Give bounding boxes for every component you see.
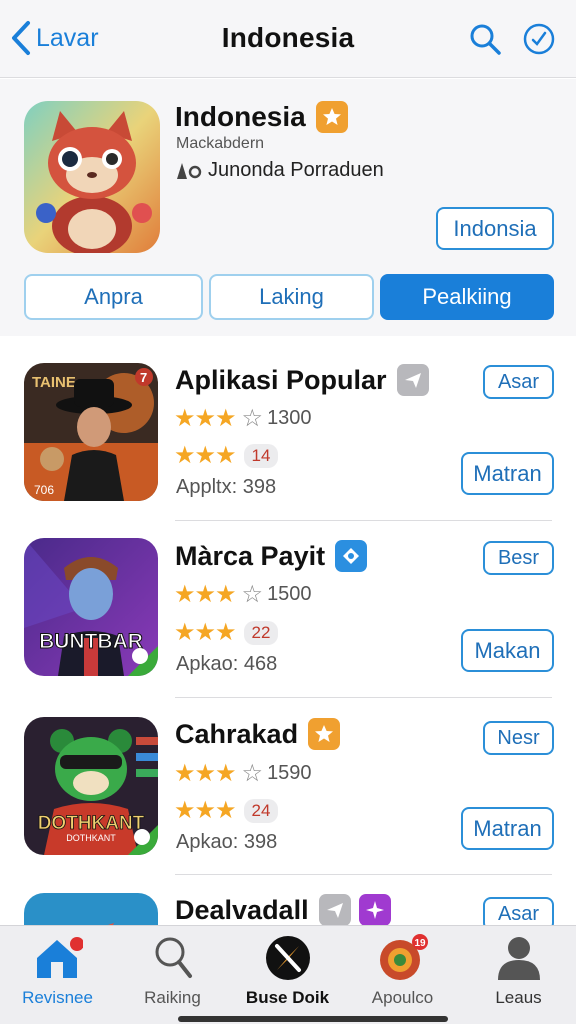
- featured-app-developer: Junonda Porraduen: [176, 159, 384, 182]
- get-button[interactable]: Nesr: [483, 721, 554, 755]
- icon-label: TAINE: [32, 374, 76, 391]
- rating-stars-icon: ★★★: [174, 442, 237, 469]
- app-icon[interactable]: [24, 893, 158, 926]
- tab-label: Raiking: [144, 988, 201, 1007]
- app-name: Aplikasi Popular: [175, 364, 429, 396]
- rating-count: 1500: [267, 583, 312, 605]
- list-item[interactable]: TAINE 7 706 Aplikasi Popular ★★★ ☆ 1300 …: [0, 336, 576, 522]
- open-button[interactable]: Matran: [461, 452, 554, 495]
- compass-icon: [265, 936, 310, 980]
- app-name-text: Màrca Payit: [175, 540, 326, 571]
- app-icon[interactable]: DOTHKANT DOTHKANT: [24, 717, 158, 855]
- empty-star-icon: ☆: [241, 581, 264, 608]
- featured-app-icon[interactable]: [24, 101, 160, 253]
- rating-stars-icon: ★★★: [174, 405, 237, 432]
- tab-profile[interactable]: Leaus: [461, 934, 576, 1008]
- tab-home[interactable]: Revisnee: [0, 934, 115, 1008]
- segment-pealkiing[interactable]: Pealkiing: [380, 274, 554, 320]
- icon-bottom-number: 706: [34, 483, 54, 497]
- featured-title-text: Indonesia: [175, 101, 306, 132]
- done-button[interactable]: [522, 22, 556, 61]
- featured-app-subtitle: Mackabdern: [176, 135, 265, 152]
- rating-row: ★★★ ☆ 1590: [174, 759, 312, 788]
- count-pill: 22: [243, 620, 279, 645]
- sparkle-badge-icon: [358, 894, 391, 926]
- rating-count: 1590: [267, 762, 312, 784]
- person-icon: [497, 937, 540, 980]
- search-button[interactable]: [468, 22, 502, 61]
- open-button[interactable]: Makan: [461, 629, 554, 672]
- app-name: Màrca Payit: [175, 540, 368, 572]
- tab-ranking[interactable]: Raiking: [115, 934, 230, 1008]
- app-name: Dealvadall: [175, 894, 391, 926]
- featured-action-button[interactable]: Indonsia: [436, 207, 554, 250]
- rating-count: 1300: [267, 407, 312, 429]
- featured-app-header: Indonesia Mackabdern Junonda Porraduen I…: [0, 79, 576, 336]
- open-button[interactable]: Matran: [461, 807, 554, 850]
- icon-corner-number: 7: [140, 370, 147, 385]
- tab-browse[interactable]: Buse Doik: [230, 934, 345, 1008]
- get-button[interactable]: Asar: [483, 365, 554, 399]
- secondary-rating-row: ★★★ 22: [174, 618, 279, 647]
- app-icon[interactable]: TAINE 7 706: [24, 363, 158, 501]
- app-meta: Appltx: 398: [176, 476, 277, 498]
- secondary-rating-row: ★★★ 24: [174, 796, 279, 825]
- check-circle-icon: [523, 23, 555, 55]
- apps-icon: 19: [379, 934, 428, 980]
- get-button[interactable]: Besr: [483, 541, 554, 575]
- rating-stars-icon: ★★★: [174, 760, 237, 787]
- empty-star-icon: ☆: [241, 760, 264, 787]
- apps-badge-count: 19: [414, 938, 426, 949]
- app-name-text: Aplikasi Popular: [175, 364, 387, 395]
- get-button[interactable]: Asar: [483, 897, 554, 926]
- rating-row: ★★★ ☆ 1300: [174, 404, 312, 433]
- app-name-text: Cahrakad: [175, 718, 299, 749]
- star-badge-icon: [308, 718, 341, 750]
- list-item[interactable]: BUNTBAR Màrca Payit ★★★ ☆ 1500 ★★★ 22 Ap…: [0, 513, 576, 699]
- empty-star-icon: ☆: [241, 405, 264, 432]
- icon-sublabel: DOTHKANT: [66, 833, 116, 843]
- tab-label: Apoulco: [371, 988, 434, 1007]
- search-icon: [155, 937, 192, 978]
- secondary-rating-row: ★★★ 14: [174, 441, 279, 470]
- rating-stars-icon: ★★★: [174, 619, 237, 646]
- app-meta: Apkao: 468: [176, 653, 278, 675]
- home-indicator[interactable]: [178, 1016, 448, 1022]
- list-item[interactable]: Dealvadall Asar: [0, 866, 576, 926]
- app-meta: Apkao: 398: [176, 831, 278, 853]
- icon-label: BUNTBAR: [39, 630, 143, 653]
- plane-badge-icon: [318, 894, 351, 926]
- tab-label: Revisnee: [22, 988, 93, 1007]
- tab-apps[interactable]: 19 Apoulco: [345, 934, 460, 1008]
- tab-bar: Revisnee Raiking Buse Doik 19 Apoulco Le…: [0, 925, 576, 1024]
- tab-label: Leaus: [495, 988, 542, 1007]
- list-item[interactable]: DOTHKANT DOTHKANT Cahrakad ★★★ ☆ 1590 ★★…: [0, 690, 576, 876]
- segment-laking[interactable]: Laking: [209, 274, 374, 320]
- home-icon: [36, 937, 83, 978]
- search-icon: [470, 24, 501, 55]
- star-badge-icon: [315, 101, 348, 133]
- developer-name: Junonda Porraduen: [208, 159, 384, 181]
- featured-app-title: Indonesia: [175, 101, 348, 133]
- count-pill: 14: [243, 443, 279, 468]
- rating-stars-icon: ★★★: [174, 797, 237, 824]
- app-icon[interactable]: BUNTBAR: [24, 538, 158, 676]
- rating-stars-icon: ★★★: [174, 581, 237, 608]
- icon-label: DOTHKANT: [38, 813, 145, 834]
- app-name-text: Dealvadall: [175, 894, 309, 925]
- rating-row: ★★★ ☆ 1500: [174, 580, 312, 609]
- diamond-badge-icon: [335, 540, 368, 572]
- segment-anpra[interactable]: Anpra: [24, 274, 203, 320]
- app-name: Cahrakad: [175, 718, 341, 750]
- tab-label: Buse Doik: [245, 988, 330, 1007]
- count-pill: 24: [243, 798, 279, 823]
- developer-icon: [177, 162, 202, 179]
- navigation-bar: Lavar Indonesia: [0, 0, 576, 78]
- plane-badge-icon: [396, 364, 429, 396]
